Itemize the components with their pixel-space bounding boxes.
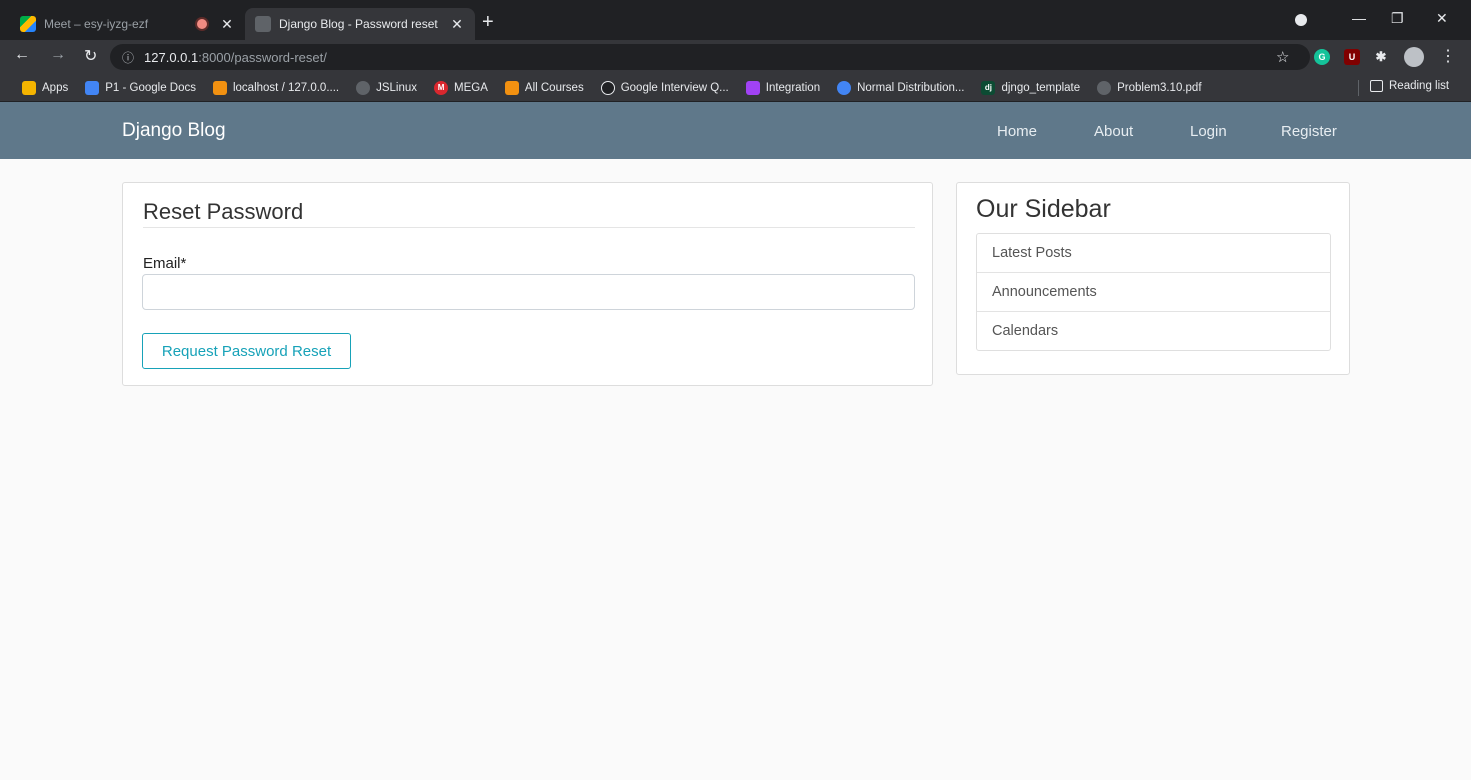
reading-list-label: Reading list	[1389, 80, 1450, 92]
globe-icon	[356, 80, 371, 95]
bookmark-label: All Courses	[524, 81, 584, 94]
bookmark-google-interview[interactable]: Google Interview Q...	[600, 80, 729, 95]
browser-tab-django[interactable]: Django Blog - Password reset ✕	[245, 8, 475, 40]
address-toolbar: ← → ↻ ⓘ 127.0.0.1 :8000/password-reset/ …	[0, 40, 1471, 74]
courses-icon	[504, 80, 519, 95]
bookmark-label: djngo_template	[1001, 81, 1081, 94]
site-navbar: Django Blog Home About Login Register	[0, 102, 1471, 159]
google-meet-icon	[20, 16, 36, 32]
sidebar-item-calendars[interactable]: Calendars	[977, 312, 1330, 350]
reading-list-button[interactable]: Reading list	[1370, 80, 1449, 92]
nav-register[interactable]: Register	[1281, 123, 1337, 140]
bookmark-label: Normal Distribution...	[857, 81, 965, 94]
new-tab-icon[interactable]: +	[482, 12, 494, 32]
bookmarks-bar: Apps P1 - Google Docs localhost / 127.0.…	[0, 74, 1471, 102]
restore-icon[interactable]: ❐	[1391, 10, 1404, 27]
bookmark-label: Apps	[42, 81, 69, 94]
globe-icon	[255, 16, 271, 32]
browser-tab-strip: Meet – esy-iyzg-ezf ✕ Django Blog - Pass…	[0, 0, 1471, 40]
minimize-icon[interactable]: —	[1352, 10, 1366, 26]
sidebar-title: Our Sidebar	[976, 195, 1111, 223]
distribution-icon	[837, 80, 852, 95]
extensions-puzzle-icon[interactable]: ✱	[1373, 49, 1389, 65]
bookmarks-divider	[1358, 80, 1359, 96]
close-tab-icon[interactable]: ✕	[447, 16, 467, 33]
bookmark-label: Google Interview Q...	[620, 81, 729, 94]
bookmark-label: localhost / 127.0.0....	[232, 81, 340, 94]
bookmark-google-docs[interactable]: P1 - Google Docs	[85, 80, 196, 95]
browser-menu-icon[interactable]: ⋮	[1440, 46, 1456, 66]
user-avatar-icon[interactable]	[1404, 47, 1424, 67]
django-icon: dj	[981, 80, 996, 95]
brand-link[interactable]: Django Blog	[122, 120, 226, 142]
close-tab-icon[interactable]: ✕	[217, 16, 237, 33]
bookmark-localhost[interactable]: localhost / 127.0.0....	[212, 80, 340, 95]
reload-icon[interactable]: ↻	[84, 46, 97, 66]
site-info-icon[interactable]: ⓘ	[122, 49, 134, 66]
nav-home[interactable]: Home	[997, 123, 1037, 140]
tab-title: Meet – esy-iyzg-ezf	[44, 17, 149, 31]
bookmark-jslinux[interactable]: JSLinux	[356, 80, 418, 95]
grammarly-icon[interactable]: G	[1314, 49, 1330, 65]
bookmark-integration[interactable]: Integration	[745, 80, 821, 95]
bookmark-all-courses[interactable]: All Courses	[504, 80, 584, 95]
email-label: Email*	[143, 255, 187, 272]
circle-icon	[600, 80, 615, 95]
globe-icon	[1097, 80, 1112, 95]
bookmark-label: Problem3.10.pdf	[1117, 81, 1202, 94]
email-input[interactable]	[142, 274, 915, 310]
tab-title: Django Blog - Password reset	[279, 17, 438, 31]
integration-icon	[745, 80, 760, 95]
google-docs-icon	[85, 80, 100, 95]
sidebar-item-latest-posts[interactable]: Latest Posts	[977, 234, 1330, 273]
bookmark-label: MEGA	[454, 81, 488, 94]
sidebar-list: Latest Posts Announcements Calendars	[976, 233, 1331, 351]
apps-grid-icon	[22, 80, 36, 95]
request-password-reset-button[interactable]: Request Password Reset	[142, 333, 351, 369]
ublock-icon[interactable]: U	[1344, 49, 1360, 65]
recording-icon	[197, 19, 207, 29]
bookmark-star-icon[interactable]: ☆	[1276, 48, 1289, 66]
back-icon[interactable]: ←	[14, 46, 30, 64]
bookmark-label: JSLinux	[376, 81, 418, 94]
password-reset-card: Reset Password Email* Request Password R…	[122, 182, 933, 386]
close-window-icon[interactable]: ✕	[1436, 10, 1448, 27]
mega-icon: M	[434, 80, 449, 95]
url-host: 127.0.0.1	[144, 49, 199, 65]
reading-list-icon	[1370, 80, 1383, 92]
nav-about[interactable]: About	[1094, 123, 1133, 140]
url-path: :8000/password-reset/	[198, 49, 327, 65]
bookmark-djngo-template[interactable]: dj djngo_template	[981, 80, 1081, 95]
bookmark-problem-pdf[interactable]: Problem3.10.pdf	[1097, 80, 1202, 95]
sidebar-item-announcements[interactable]: Announcements	[977, 273, 1330, 312]
browser-tab-meet[interactable]: Meet – esy-iyzg-ezf ✕	[20, 8, 245, 40]
nav-login[interactable]: Login	[1190, 123, 1227, 140]
address-bar[interactable]: ⓘ 127.0.0.1 :8000/password-reset/	[110, 44, 1310, 70]
bookmark-apps[interactable]: Apps	[22, 80, 69, 95]
legend-divider	[143, 227, 915, 228]
bookmark-label: Integration	[765, 81, 821, 94]
bookmark-normal-distribution[interactable]: Normal Distribution...	[837, 80, 965, 95]
bookmark-mega[interactable]: M MEGA	[434, 80, 488, 95]
profile-menu-icon[interactable]	[1295, 14, 1307, 26]
form-legend: Reset Password	[143, 199, 304, 224]
bookmark-label: P1 - Google Docs	[105, 81, 196, 94]
forward-icon[interactable]: →	[50, 46, 66, 64]
sidebar-card: Our Sidebar Latest Posts Announcements C…	[956, 182, 1350, 375]
phpmyadmin-icon	[212, 80, 227, 95]
